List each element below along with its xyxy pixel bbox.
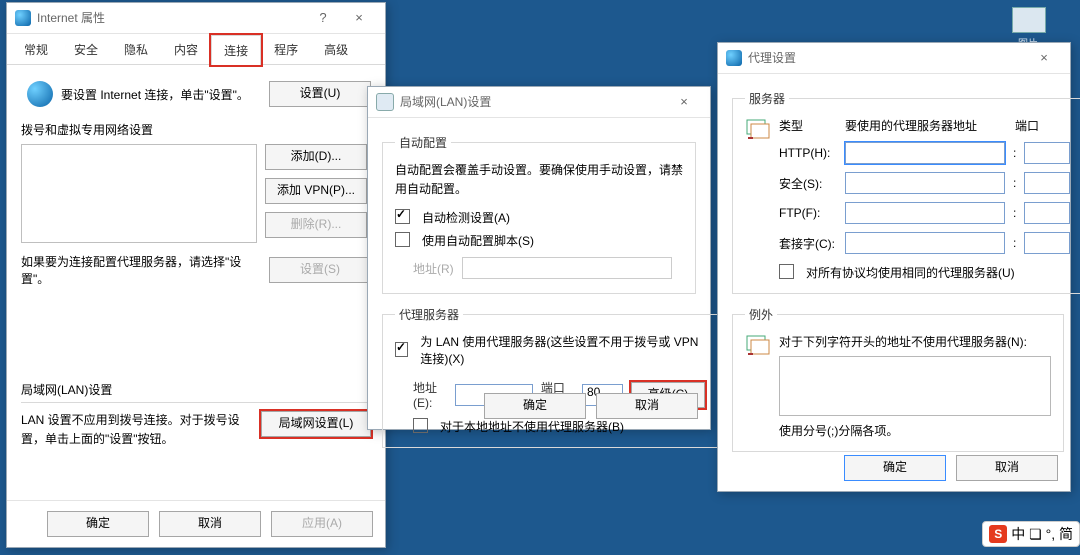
proxy-settings-dialog: 代理设置 × 服务器 类型 要使用的代理服务器地址 端口 HTTP(H): xyxy=(717,42,1071,492)
cancel-button[interactable]: 取消 xyxy=(956,455,1058,481)
connections-listbox[interactable] xyxy=(21,144,257,243)
globe-icon xyxy=(27,81,53,107)
add-button[interactable]: 添加(D)... xyxy=(265,144,367,170)
exceptions-icon xyxy=(745,333,771,359)
setup-text: 要设置 Internet 连接，单击"设置"。 xyxy=(61,86,261,103)
ok-button[interactable]: 确定 xyxy=(484,393,586,419)
proxy-titlebar: 代理设置 × xyxy=(718,43,1070,74)
col-addr: 要使用的代理服务器地址 xyxy=(845,117,1007,134)
add-vpn-button[interactable]: 添加 VPN(P)... xyxy=(265,178,367,204)
socks-addr-input[interactable] xyxy=(845,232,1005,254)
close-button[interactable]: × xyxy=(341,3,377,33)
internet-title: Internet 属性 xyxy=(37,3,105,33)
ok-button[interactable]: 确定 xyxy=(47,511,149,537)
internet-footer: 确定 取消 应用(A) xyxy=(7,500,385,547)
tab-security[interactable]: 安全 xyxy=(61,34,111,64)
same-proxy-checkbox[interactable]: 对所有协议均使用相同的代理服务器(U) xyxy=(779,264,1070,281)
dial-section-label: 拨号和虚拟专用网络设置 xyxy=(21,121,371,138)
lan-settings-dialog: 局域网(LAN)设置 × 自动配置 自动配置会覆盖手动设置。要确保使用手动设置，… xyxy=(367,86,711,430)
servers-icon xyxy=(745,117,771,143)
checkbox-icon xyxy=(395,342,408,357)
same-proxy-label: 对所有协议均使用相同的代理服务器(U) xyxy=(806,264,1015,281)
cancel-button[interactable]: 取消 xyxy=(596,393,698,419)
row-ftp-label: FTP(F): xyxy=(779,206,837,220)
auto-config-group: 自动配置 自动配置会覆盖手动设置。要确保使用手动设置，请禁用自动配置。 自动检测… xyxy=(382,134,696,294)
exceptions-label: 对于下列字符开头的地址不使用代理服务器(N): xyxy=(779,333,1051,350)
ime-bar[interactable]: S 中 ❏ °, 简 xyxy=(982,521,1080,547)
use-proxy-label: 为 LAN 使用代理服务器(这些设置不用于拨号或 VPN 连接)(X) xyxy=(420,333,705,367)
image-icon xyxy=(1012,7,1046,33)
exceptions-legend: 例外 xyxy=(745,306,777,323)
tab-connections[interactable]: 连接 xyxy=(211,35,261,65)
auto-detect-checkbox[interactable]: 自动检测设置(A) xyxy=(395,209,683,226)
close-button[interactable]: × xyxy=(1026,43,1062,73)
auto-script-checkbox[interactable]: 使用自动配置脚本(S) xyxy=(395,232,683,249)
exceptions-note: 使用分号(;)分隔各项。 xyxy=(779,422,1051,439)
http-port-input[interactable] xyxy=(1024,142,1070,164)
row-http-label: HTTP(H): xyxy=(779,146,837,160)
auto-script-label: 使用自动配置脚本(S) xyxy=(422,232,534,249)
col-port: 端口 xyxy=(1015,117,1039,134)
http-addr-input[interactable] xyxy=(845,142,1005,164)
row-secure-label: 安全(S): xyxy=(779,175,837,192)
use-proxy-checkbox[interactable]: 为 LAN 使用代理服务器(这些设置不用于拨号或 VPN 连接)(X) xyxy=(395,333,705,367)
lan-titlebar: 局域网(LAN)设置 × xyxy=(368,87,710,118)
auto-detect-label: 自动检测设置(A) xyxy=(422,209,510,226)
socks-port-input[interactable] xyxy=(1024,232,1070,254)
col-type: 类型 xyxy=(779,117,837,134)
ftp-addr-input[interactable] xyxy=(845,202,1005,224)
proxy-footer: 确定 取消 xyxy=(718,445,1070,491)
ime-badge-icon: S xyxy=(989,525,1007,543)
internet-tabs: 常规 安全 隐私 内容 连接 程序 高级 xyxy=(7,34,385,65)
dial-note: 如果要为连接配置代理服务器，请选择"设置"。 xyxy=(21,253,261,287)
globe-icon xyxy=(726,50,742,66)
help-button[interactable]: ? xyxy=(305,3,341,33)
secure-port-input[interactable] xyxy=(1024,172,1070,194)
ftp-port-input[interactable] xyxy=(1024,202,1070,224)
tab-general[interactable]: 常规 xyxy=(11,34,61,64)
lan-note: LAN 设置不应用到拨号连接。对于拨号设置，单击上面的"设置"按钮。 xyxy=(21,411,253,449)
internet-titlebar: Internet 属性 ? × xyxy=(7,3,385,34)
lan-settings-button[interactable]: 局域网设置(L) xyxy=(261,411,371,437)
window-icon xyxy=(376,93,394,111)
internet-properties-dialog: Internet 属性 ? × 常规 安全 隐私 内容 连接 程序 高级 要设置… xyxy=(6,2,386,548)
exceptions-group: 例外 对于下列字符开头的地址不使用代理服务器(N): 使用分号(;)分隔各项。 xyxy=(732,306,1064,452)
delete-button: 删除(R)... xyxy=(265,212,367,238)
proxy-title: 代理设置 xyxy=(748,43,796,73)
servers-legend: 服务器 xyxy=(745,90,789,107)
setup-button[interactable]: 设置(U) xyxy=(269,81,371,107)
checkbox-icon xyxy=(395,232,410,247)
tab-privacy[interactable]: 隐私 xyxy=(111,34,161,64)
checkbox-icon xyxy=(779,264,794,279)
row-socks-label: 套接字(C): xyxy=(779,235,837,252)
ime-text: 中 ❏ °, 简 xyxy=(1011,524,1073,544)
script-addr-input xyxy=(462,257,672,279)
script-addr-label: 地址(R) xyxy=(413,260,454,277)
ok-button[interactable]: 确定 xyxy=(844,455,946,481)
close-button[interactable]: × xyxy=(666,87,702,117)
apply-button: 应用(A) xyxy=(271,511,373,537)
checkbox-icon xyxy=(395,209,410,224)
dial-settings-button: 设置(S) xyxy=(269,257,371,283)
desktop-icon[interactable]: 图片 xyxy=(1012,7,1044,47)
secure-addr-input[interactable] xyxy=(845,172,1005,194)
tab-advanced[interactable]: 高级 xyxy=(311,34,361,64)
auto-config-legend: 自动配置 xyxy=(395,134,451,151)
lan-section-label: 局域网(LAN)设置 xyxy=(21,381,371,398)
cancel-button[interactable]: 取消 xyxy=(159,511,261,537)
exceptions-textarea[interactable] xyxy=(779,356,1051,416)
globe-icon xyxy=(15,10,31,26)
lan-title: 局域网(LAN)设置 xyxy=(400,87,491,117)
tab-content[interactable]: 内容 xyxy=(161,34,211,64)
servers-group: 服务器 类型 要使用的代理服务器地址 端口 HTTP(H): : xyxy=(732,90,1080,294)
auto-config-note: 自动配置会覆盖手动设置。要确保使用手动设置，请禁用自动配置。 xyxy=(395,161,683,199)
proxy-legend: 代理服务器 xyxy=(395,306,463,323)
tab-programs[interactable]: 程序 xyxy=(261,34,311,64)
lan-footer: 确定 取消 xyxy=(368,383,710,429)
